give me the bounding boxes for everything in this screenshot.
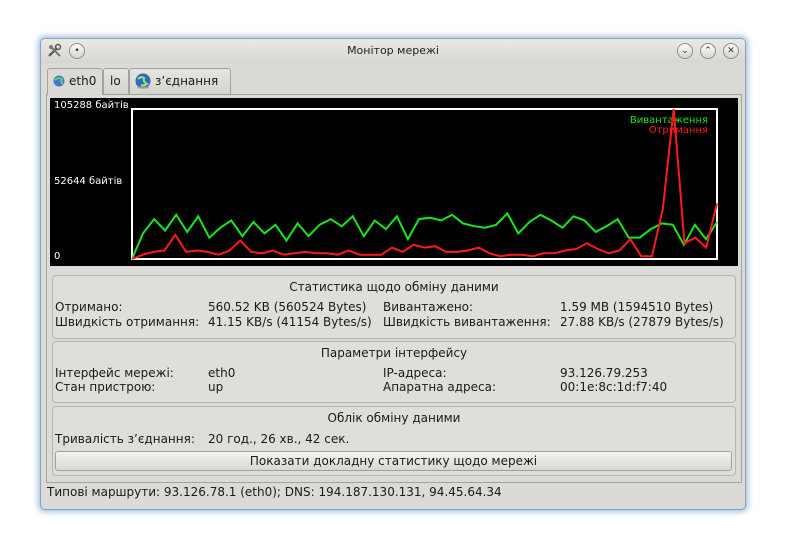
tab-eth0[interactable]: eth0	[47, 68, 103, 95]
plot-frame	[131, 108, 718, 260]
y-label-zero: 0	[54, 251, 60, 262]
accounting-title: Облік обміну даними	[327, 411, 461, 425]
hw-address-label: Апаратна адреса:	[383, 380, 497, 394]
close-button[interactable]: ✕	[723, 43, 739, 59]
hw-address-value: 00:1e:8c:1d:f7:40	[560, 380, 668, 394]
received-label: Отримано:	[55, 300, 123, 314]
y-label-mid: 52644 байтів	[54, 175, 122, 187]
uploaded-value: 1.59 MB (1594510 Bytes)	[560, 300, 714, 314]
interface-params-group: Параметри інтерфейсу Інтерфейс мережі: e…	[52, 341, 736, 403]
duration-value: 20 год., 26 хв., 42 сек.	[208, 432, 350, 446]
rx-speed-label: Швидкість отримання:	[55, 315, 200, 329]
tab-panel-eth0: 105288 байтів 52644 байтів 0 Вивантаженн…	[46, 94, 742, 483]
traffic-stats-group: Статистика щодо обміну даними Отримано: …	[52, 275, 736, 339]
iface-label: Інтерфейс мережі:	[55, 366, 174, 380]
tx-speed-label: Швидкість вивантаження:	[383, 315, 551, 329]
interface-params-title: Параметри інтерфейсу	[320, 346, 468, 360]
device-state-value: up	[208, 380, 224, 394]
tx-speed-value: 27.88 KB/s (27879 Bytes/s)	[560, 315, 724, 329]
maximize-button[interactable]: ⌃	[700, 43, 716, 59]
tab-connections-label: з’єднання	[155, 74, 219, 88]
traffic-stats-title: Статистика щодо обміну даними	[289, 280, 499, 294]
uploaded-label: Вивантажено:	[383, 300, 474, 314]
tab-connections[interactable]: з’єднання	[129, 68, 231, 94]
ip-value: 93.126.79.253	[560, 366, 648, 380]
minimize-button[interactable]: ⌄	[677, 43, 693, 59]
device-state-label: Стан пристрою:	[55, 380, 156, 394]
traffic-graph: 105288 байтів 52644 байтів 0 Вивантаженн…	[50, 98, 738, 266]
received-value: 560.52 KB (560524 Bytes)	[208, 300, 367, 314]
series-line-download	[131, 108, 718, 260]
tab-lo[interactable]: lo	[103, 68, 129, 94]
traffic-graph-canvas: 105288 байтів 52644 байтів 0 Вивантаженн…	[54, 99, 718, 262]
status-bar-text: Типові маршрути: 93.126.78.1 (eth0); DNS…	[47, 485, 502, 499]
network-globe-icon	[53, 75, 65, 87]
tab-eth0-label: eth0	[69, 74, 97, 88]
iface-value: eth0	[208, 366, 236, 380]
series-line-upload	[131, 211, 718, 260]
globe-icon	[135, 73, 151, 89]
tab-lo-label: lo	[110, 74, 121, 88]
ip-label: IP-адреса:	[383, 366, 447, 380]
legend-download: Отримання	[649, 125, 708, 136]
window-title: Монітор мережі	[347, 44, 439, 57]
y-label-max: 105288 байтів	[54, 99, 129, 111]
title-bar[interactable]: • Монітор мережі ⌄ ⌃ ✕	[41, 39, 745, 63]
duration-label: Тривалість з’єднання:	[55, 432, 195, 446]
show-details-button[interactable]: Показати докладну статистику щодо мережі	[55, 451, 732, 471]
rx-speed-value: 41.15 KB/s (41154 Bytes/s)	[208, 315, 372, 329]
network-monitor-window: • Монітор мережі ⌄ ⌃ ✕ eth0 lo з’єднання	[40, 38, 746, 510]
